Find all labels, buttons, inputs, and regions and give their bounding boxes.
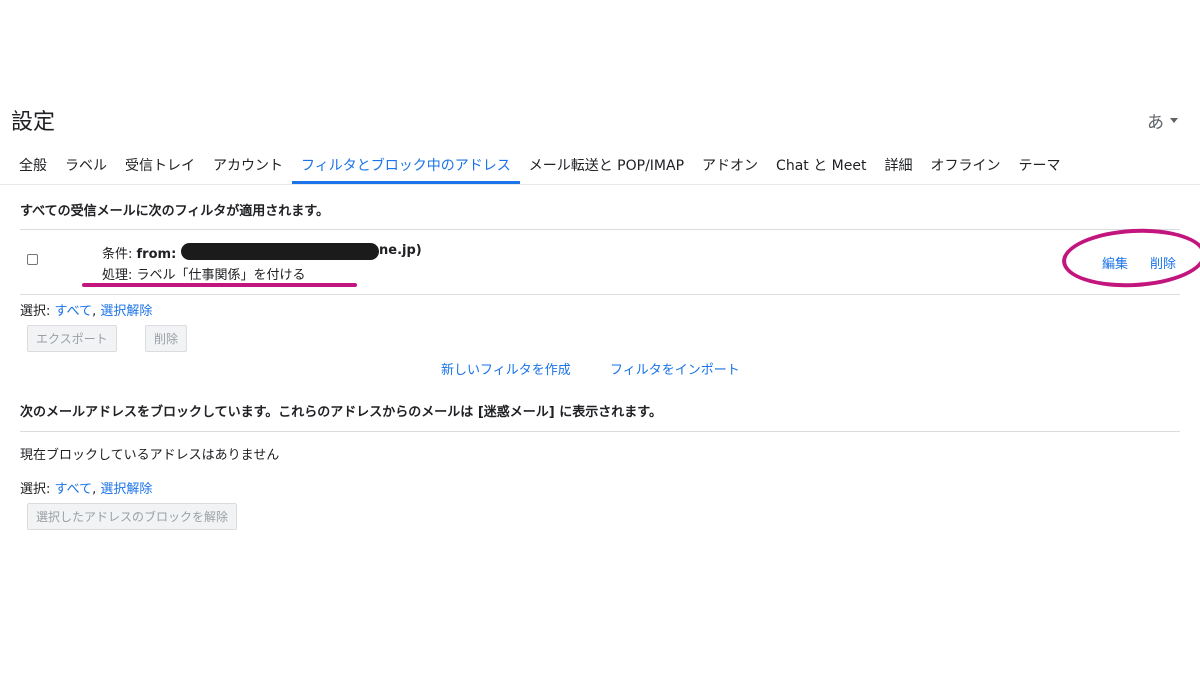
blocked-empty-text: 現在ブロックしているアドレスはありません <box>20 448 280 463</box>
select-label: 選択: <box>20 482 51 497</box>
condition-suffix-text: ne.jp) <box>379 243 422 258</box>
annotation-circle <box>1060 225 1200 291</box>
tab-offline[interactable]: オフライン <box>921 146 1009 184</box>
tab-labels[interactable]: ラベル <box>56 146 116 184</box>
tab-inbox[interactable]: 受信トレイ <box>116 146 204 184</box>
tab-advanced[interactable]: 詳細 <box>875 146 921 184</box>
unblock-button[interactable]: 選択したアドレスのブロックを解除 <box>27 503 238 530</box>
divider <box>20 431 1180 432</box>
import-filters-link[interactable]: フィルタをインポート <box>610 359 740 378</box>
select-separator: , <box>92 304 97 319</box>
input-tools-button[interactable]: あ <box>1147 108 1178 133</box>
tab-accounts[interactable]: アカウント <box>204 146 292 184</box>
select-none-link[interactable]: 選択解除 <box>100 304 152 319</box>
select-label: 選択: <box>20 304 51 319</box>
redaction-mark <box>181 243 379 260</box>
tab-forwarding-pop-imap[interactable]: メール転送と POP/IMAP <box>520 146 693 184</box>
create-filter-link[interactable]: 新しいフィルタを作成 <box>441 359 571 378</box>
divider <box>20 294 1180 295</box>
tab-chat-meet[interactable]: Chat と Meet <box>767 146 875 184</box>
select-all-link[interactable]: すべて <box>55 482 93 497</box>
filter-action: 処理: ラベル「仕事関係」を付ける <box>102 268 306 283</box>
tab-filters-blocked[interactable]: フィルタとブロック中のアドレス <box>292 146 520 184</box>
condition-label: 条件: <box>102 247 133 262</box>
tab-themes[interactable]: テーマ <box>1009 146 1069 184</box>
settings-tabs: 全般 ラベル 受信トレイ アカウント フィルタとブロック中のアドレス メール転送… <box>10 146 1069 184</box>
blocked-heading: 次のメールアドレスをブロックしています。これらのアドレスからのメールは [迷惑メ… <box>20 405 662 420</box>
select-separator: , <box>92 482 97 497</box>
chevron-down-icon <box>1170 118 1178 123</box>
tabs-divider <box>0 184 1200 185</box>
tab-addons[interactable]: アドオン <box>693 146 767 184</box>
annotation-underline <box>82 283 357 287</box>
filters-select-line: 選択: すべて, 選択解除 <box>20 300 152 319</box>
blocked-select-line: 選択: すべて, 選択解除 <box>20 478 152 497</box>
select-all-link[interactable]: すべて <box>55 304 93 319</box>
delete-button[interactable]: 削除 <box>145 325 188 352</box>
divider <box>20 229 1180 230</box>
condition-suffix: ne.jp) <box>379 243 422 258</box>
export-button[interactable]: エクスポート <box>27 325 117 352</box>
filter-condition: 条件: from: <box>102 243 176 262</box>
filter-checkbox[interactable] <box>27 254 38 265</box>
condition-from: from: <box>136 247 177 262</box>
page-title: 設定 <box>11 110 56 135</box>
input-tools-label: あ <box>1147 113 1164 133</box>
filters-heading: すべての受信メールに次のフィルタが適用されます。 <box>20 204 330 219</box>
select-none-link[interactable]: 選択解除 <box>100 482 152 497</box>
tab-general[interactable]: 全般 <box>10 146 56 184</box>
